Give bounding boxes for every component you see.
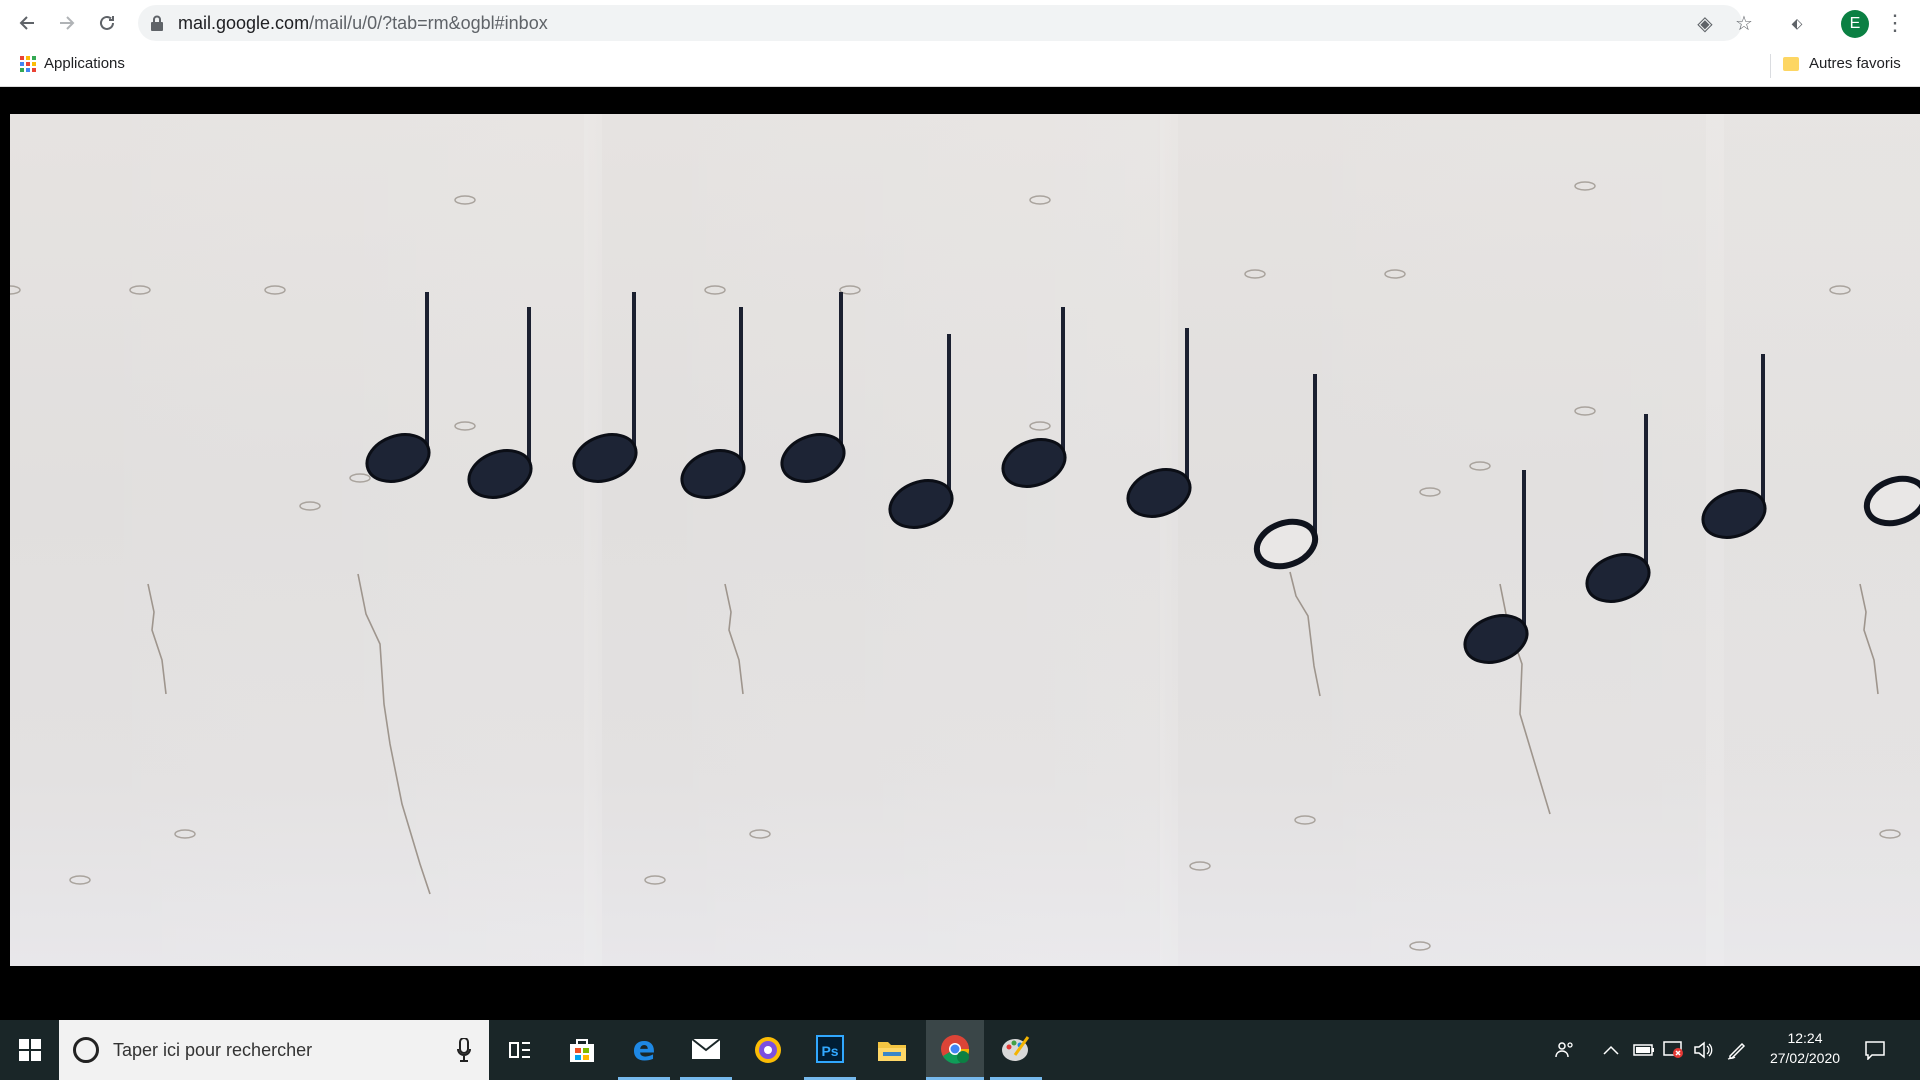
avatar[interactable]: E: [1841, 10, 1869, 38]
notification-center-icon[interactable]: [1864, 1020, 1904, 1080]
taskbar: Taper ici pour rechercher e Ps 12:24 27/…: [0, 1020, 1920, 1080]
arrow-right-icon: [60, 16, 75, 30]
task-view-icon[interactable]: [497, 1020, 543, 1080]
bookmark-star-icon[interactable]: ☆: [1733, 13, 1755, 35]
forward-button[interactable]: [52, 8, 82, 38]
browser-menu-icon[interactable]: ⋮: [1884, 10, 1906, 38]
photoshop-icon[interactable]: Ps: [804, 1020, 856, 1080]
url-text[interactable]: mail.google.com/mail/u/0/?tab=rm&ogbl#in…: [178, 13, 548, 34]
mail-icon[interactable]: [680, 1020, 732, 1080]
extension-icon[interactable]: ⬖: [1786, 12, 1808, 34]
security-alert-icon[interactable]: [1663, 1020, 1689, 1080]
bookmark-other-label: Autres favoris: [1809, 55, 1901, 72]
quarter-note: [780, 292, 846, 483]
brave-icon[interactable]: [742, 1020, 794, 1080]
quarter-note: [1701, 354, 1767, 539]
bookmark-applications[interactable]: Applications: [20, 55, 125, 72]
eye-icon[interactable]: ◈: [1694, 13, 1716, 35]
browser-toolbar: mail.google.com/mail/u/0/?tab=rm&ogbl#in…: [0, 0, 1920, 47]
apps-grid-icon: [20, 55, 36, 72]
quarter-note: [572, 292, 638, 483]
texture-cracks: [147, 571, 1879, 895]
volume-icon[interactable]: [1693, 1020, 1719, 1080]
bookmarks-bar: Applications Autres favoris: [0, 46, 1920, 87]
reload-button[interactable]: [92, 8, 122, 38]
start-button[interactable]: [0, 1020, 59, 1080]
search-placeholder: Taper ici pour rechercher: [113, 1039, 313, 1060]
windows-logo-icon: [18, 1039, 41, 1061]
quarter-note: [365, 292, 431, 483]
taskbar-clock[interactable]: 12:24 27/02/2020: [1755, 1028, 1855, 1068]
arrow-left-icon: [19, 16, 34, 30]
half-note: [1253, 374, 1319, 570]
clock-time: 12:24: [1787, 1030, 1823, 1046]
notes-group: [365, 292, 1920, 664]
lock-icon: [151, 15, 163, 31]
clock-date: 27/02/2020: [1769, 1050, 1841, 1066]
reload-icon: [100, 15, 114, 30]
half-note: [1863, 475, 1920, 527]
edge-icon[interactable]: e: [618, 1020, 670, 1080]
cortana-icon: [73, 1037, 99, 1063]
battery-icon[interactable]: [1633, 1020, 1659, 1080]
chevron-up-icon[interactable]: [1603, 1020, 1627, 1080]
chrome-icon[interactable]: [926, 1020, 984, 1080]
taskbar-search[interactable]: Taper ici pour rechercher: [59, 1020, 489, 1080]
folder-icon: [1783, 56, 1799, 71]
people-icon[interactable]: [1555, 1020, 1585, 1080]
paint-icon[interactable]: [990, 1020, 1042, 1080]
music-notes-image: [10, 114, 1920, 966]
bookmark-applications-label: Applications: [44, 55, 125, 72]
bookmark-separator: [1770, 54, 1771, 78]
url-host: mail.google.com: [178, 13, 310, 33]
microphone-icon[interactable]: [457, 1038, 471, 1062]
quarter-note: [888, 334, 954, 529]
quarter-note: [1463, 470, 1529, 664]
quarter-note: [1001, 307, 1067, 488]
explorer-icon[interactable]: [866, 1020, 918, 1080]
back-button[interactable]: [12, 8, 42, 38]
pen-icon[interactable]: [1726, 1020, 1752, 1080]
url-path: /mail/u/0/?tab=rm&ogbl#inbox: [309, 13, 548, 33]
quarter-note: [1585, 414, 1651, 603]
store-icon[interactable]: [556, 1020, 608, 1080]
notes-canvas: [10, 181, 1920, 951]
quarter-note: [467, 307, 533, 499]
quarter-note: [680, 307, 746, 499]
bookmark-other-favorites[interactable]: Autres favoris: [1783, 55, 1901, 72]
quarter-note: [1126, 328, 1192, 518]
address-bar[interactable]: mail.google.com/mail/u/0/?tab=rm&ogbl#in…: [138, 5, 1753, 41]
